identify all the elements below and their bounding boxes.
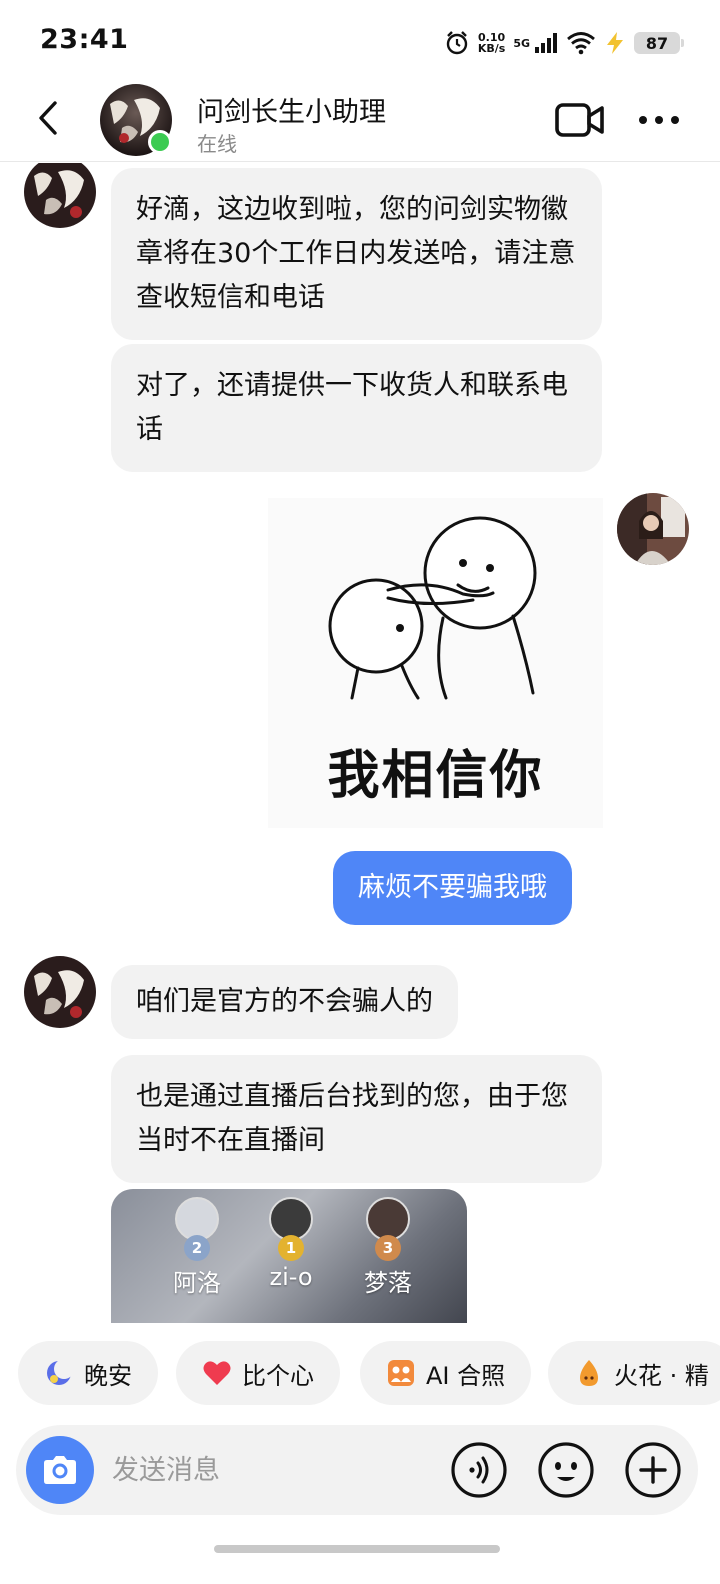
alarm-icon	[446, 31, 468, 55]
quick-reply-label: 比个心	[242, 1361, 314, 1390]
status-indicators: 0.10 KB/s 5G 87	[444, 28, 684, 58]
back-button[interactable]	[28, 98, 68, 138]
ranking-name: 阿洛	[173, 1269, 221, 1297]
quick-reply-heart[interactable]: 比个心	[176, 1341, 340, 1405]
contact-status: 在线	[197, 132, 237, 156]
quick-reply-goodnight[interactable]: 晚安	[18, 1341, 158, 1405]
my-avatar[interactable]	[617, 493, 689, 565]
contact-name: 问剑长生小助理	[197, 97, 386, 128]
camera-button[interactable]	[26, 1436, 94, 1504]
home-indicator[interactable]	[214, 1545, 500, 1553]
sticker-caption: 我相信你	[327, 746, 544, 806]
emoji-button[interactable]	[535, 1439, 597, 1501]
video-call-button[interactable]	[554, 100, 606, 140]
online-status-dot	[148, 130, 172, 154]
net-speed-unit: KB/s	[477, 42, 506, 55]
game-logo-avatar	[24, 956, 96, 1028]
more-icon	[639, 116, 679, 124]
camera-icon	[44, 1456, 76, 1484]
ranking-entry: 2 阿洛	[157, 1197, 237, 1298]
message-text: 好滴，这边收到啦，您的问剑实物徽章将在30个工作日内发送哈，请注意查收短信和电话	[136, 194, 576, 313]
voice-button[interactable]	[448, 1439, 510, 1501]
message-text: 也是通过直播后台找到的您，由于您当时不在直播间	[136, 1081, 568, 1156]
message-input[interactable]	[112, 1445, 432, 1495]
spark-icon	[580, 1360, 598, 1386]
assistant-avatar[interactable]	[24, 163, 96, 228]
rank-badge: 2	[184, 1235, 210, 1261]
voice-icon	[451, 1442, 507, 1498]
net-speed: 0.10 KB/s	[478, 32, 505, 54]
user-photo-avatar	[617, 493, 689, 565]
game-logo-avatar	[24, 163, 96, 228]
moon-icon	[47, 1359, 74, 1385]
message-bubble[interactable]: 咱们是官方的不会骗人的	[111, 965, 458, 1039]
message-bubble-sent[interactable]: 麻烦不要骗我哦	[333, 851, 572, 925]
quick-reply-spark[interactable]: 火花 · 精	[548, 1341, 720, 1405]
rank-badge: 1	[278, 1235, 304, 1261]
ranking-entry: 1 zi-o	[251, 1197, 331, 1291]
status-time: 23:41	[40, 24, 129, 55]
battery-level: 87	[634, 32, 684, 54]
rank-badge: 3	[375, 1235, 401, 1261]
network-type: 5G	[513, 36, 530, 50]
back-icon	[39, 101, 57, 135]
video-call-icon	[555, 103, 604, 137]
sticker-message[interactable]: 我相信你	[268, 498, 603, 828]
message-list[interactable]: 好滴，这边收到啦，您的问剑实物徽章将在30个工作日内发送哈，请注意查收短信和电话…	[0, 163, 720, 1323]
battery-saver-icon	[607, 32, 623, 54]
ranking-entry: 3 梦落	[348, 1197, 428, 1298]
chat-header: 问剑长生小助理 在线	[0, 80, 720, 162]
message-bubble[interactable]: 也是通过直播后台找到的您，由于您当时不在直播间	[111, 1055, 602, 1183]
assistant-avatar[interactable]	[24, 956, 96, 1028]
stick-figures-illustration	[328, 516, 537, 700]
message-input-bar	[16, 1425, 698, 1515]
message-bubble[interactable]: 好滴，这边收到啦，您的问剑实物徽章将在30个工作日内发送哈，请注意查收短信和电话	[111, 168, 602, 340]
quick-reply-bar: 晚安 比个心 AI 合照 火花 · 精	[0, 1341, 720, 1407]
emoji-icon	[538, 1442, 594, 1498]
heart-icon	[203, 1361, 231, 1385]
wifi-icon	[567, 32, 595, 55]
ranking-name: zi-o	[269, 1263, 313, 1291]
more-button[interactable]	[634, 102, 684, 138]
plus-icon	[625, 1442, 681, 1498]
more-actions-button[interactable]	[622, 1439, 684, 1501]
quick-reply-label: AI 合照	[426, 1361, 506, 1390]
message-text: 咱们是官方的不会骗人的	[136, 986, 433, 1017]
image-message[interactable]: 2 阿洛 1 zi-o 3 梦落	[111, 1189, 467, 1323]
quick-reply-ai-photo[interactable]: AI 合照	[360, 1341, 532, 1405]
message-text: 对了，还请提供一下收货人和联系电话	[136, 370, 568, 445]
status-bar: 23:41 0.10 KB/s 5G 87	[0, 0, 720, 80]
signal-icon	[535, 33, 557, 53]
message-bubble[interactable]: 对了，还请提供一下收货人和联系电话	[111, 344, 602, 472]
message-text: 麻烦不要骗我哦	[358, 872, 547, 903]
ranking-name: 梦落	[364, 1269, 412, 1297]
quick-reply-label: 晚安	[84, 1361, 132, 1390]
quick-reply-label: 火花 · 精	[614, 1361, 709, 1390]
ai-photo-icon	[388, 1360, 414, 1386]
